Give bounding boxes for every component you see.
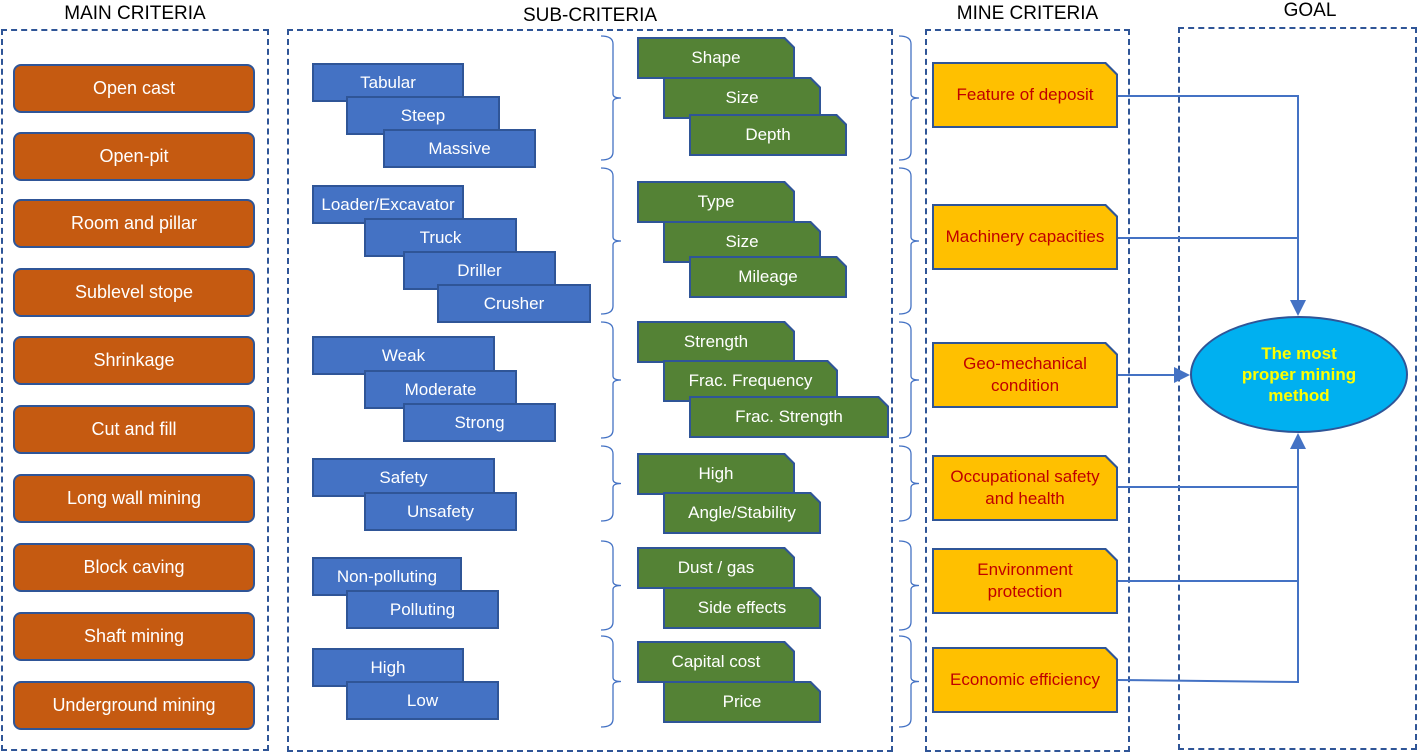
mine-criteria-brace — [898, 35, 920, 161]
sub-criteria-brace — [600, 540, 622, 631]
goal-ellipse: The most proper mining method — [1190, 316, 1408, 433]
mine-criteria-brace — [898, 540, 920, 631]
connector-arrow — [1117, 433, 1306, 684]
connector-arrow — [1118, 95, 1306, 316]
sub-criteria-brace — [600, 445, 622, 522]
mine-criteria-brace — [898, 321, 920, 439]
mine-criteria-brace — [898, 167, 920, 315]
mine-criteria-brace — [898, 445, 920, 522]
sub-criteria-brace — [600, 35, 622, 161]
sub-criteria-brace — [600, 635, 622, 728]
sub-criteria-brace — [600, 167, 622, 315]
mine-criteria-brace — [898, 635, 920, 728]
sub-criteria-brace — [600, 321, 622, 439]
goal-label: The most proper mining method — [1241, 344, 1357, 405]
